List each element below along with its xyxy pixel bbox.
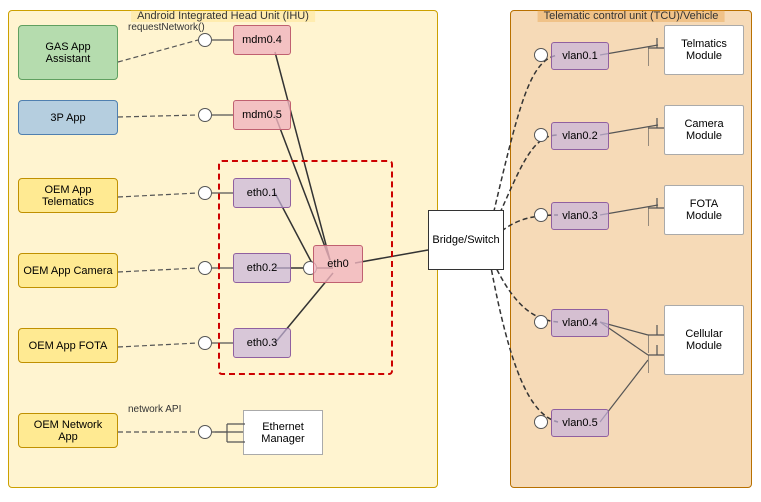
diagram: Android Integrated Head Unit (IHU) Telem… [0, 0, 761, 502]
telmatics-module: TelmaticsModule [664, 25, 744, 75]
ihu-title: Android Integrated Head Unit (IHU) [131, 10, 315, 22]
fota-module: FOTAModule [664, 185, 744, 235]
circle-eth02 [198, 261, 212, 275]
circle-eth01 [198, 186, 212, 200]
circle-vlan04 [534, 315, 548, 329]
network-api-label: network API [128, 404, 181, 415]
3p-app-box: 3P App [18, 100, 118, 135]
circle-vlan02 [534, 128, 548, 142]
bridge-switch-box: Bridge/Switch [428, 210, 504, 270]
gas-app-box: GAS App Assistant [18, 25, 118, 80]
circle-mdm05 [198, 108, 212, 122]
eth-manager-box: Ethernet Manager [243, 410, 323, 455]
oem-fota-box: OEM App FOTA [18, 328, 118, 363]
circle-mdm04 [198, 33, 212, 47]
vlan02-box: vlan0.2 [551, 122, 609, 150]
eth0-box: eth0 [313, 245, 363, 283]
vlan04-box: vlan0.4 [551, 309, 609, 337]
circle-eth03 [198, 336, 212, 350]
vlan03-box: vlan0.3 [551, 202, 609, 230]
mdm04-box: mdm0.4 [233, 25, 291, 55]
camera-module: CameraModule [664, 105, 744, 155]
eth-man-connector [215, 420, 245, 446]
circle-ethman [198, 425, 212, 439]
oem-telematics-box: OEM App Telematics [18, 178, 118, 213]
eth03-box: eth0.3 [233, 328, 291, 358]
eth01-box: eth0.1 [233, 178, 291, 208]
circle-vlan03 [534, 208, 548, 222]
circle-vlan05 [534, 415, 548, 429]
mdm05-box: mdm0.5 [233, 100, 291, 130]
cellular-module: CellularModule [664, 305, 744, 375]
oem-camera-box: OEM App Camera [18, 253, 118, 288]
circle-vlan01 [534, 48, 548, 62]
vlan01-box: vlan0.1 [551, 42, 609, 70]
vlan05-box: vlan0.5 [551, 409, 609, 437]
tcu-panel: Telematic control unit (TCU)/Vehicle [510, 10, 752, 488]
eth02-box: eth0.2 [233, 253, 291, 283]
request-network-label: requestNetwork() [128, 22, 205, 33]
tcu-title: Telematic control unit (TCU)/Vehicle [538, 10, 725, 22]
oem-network-box: OEM Network App [18, 413, 118, 448]
